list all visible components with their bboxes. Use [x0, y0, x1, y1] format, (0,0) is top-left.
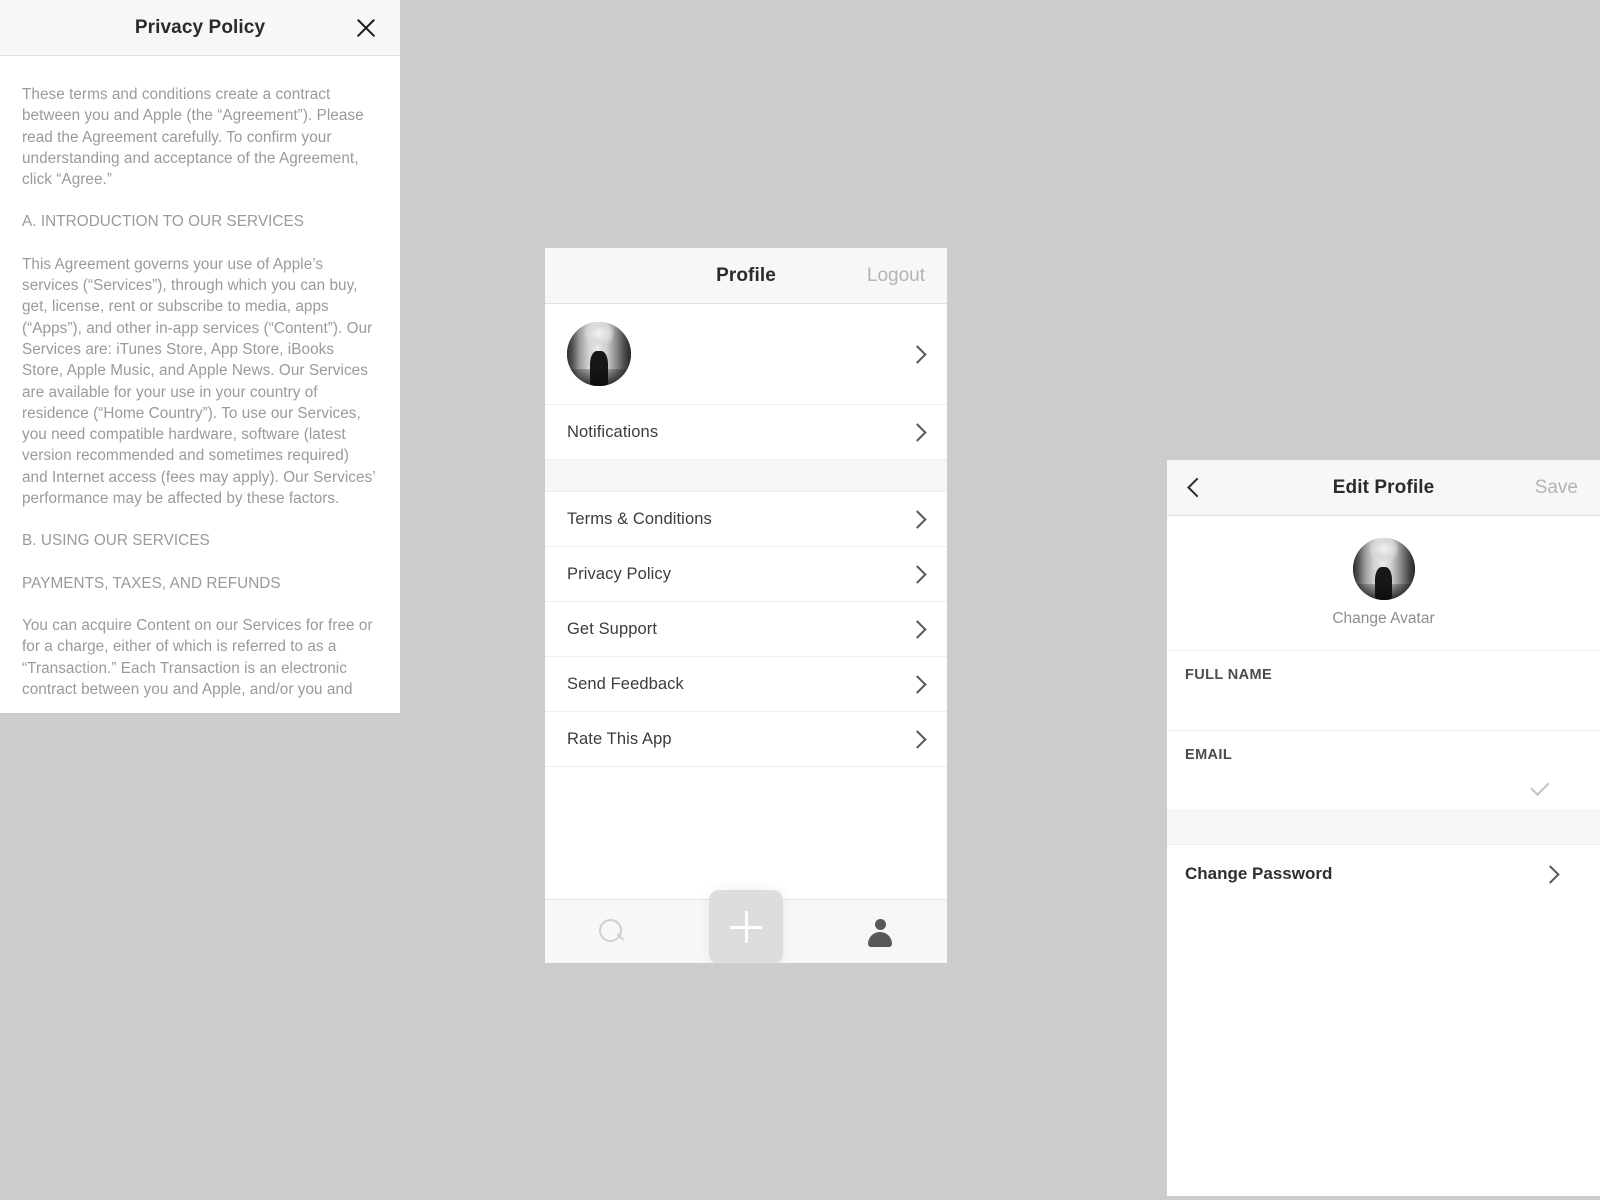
list-item-label: Get Support: [567, 619, 658, 638]
chevron-right-icon: [1544, 867, 1558, 881]
list-item-label: Notifications: [567, 422, 659, 441]
chevron-right-icon: [911, 622, 925, 636]
change-avatar-block: Change Avatar: [1167, 516, 1600, 651]
list-item-terms-conditions[interactable]: Terms & Conditions: [545, 492, 947, 547]
full-name-field[interactable]: FULL NAME: [1167, 651, 1600, 731]
avatar[interactable]: [567, 322, 631, 386]
check-icon: [1534, 778, 1558, 792]
change-password-label: Change Password: [1185, 864, 1333, 883]
email-field[interactable]: EMAIL: [1167, 731, 1600, 811]
list-item-rate-this-app[interactable]: Rate This App: [545, 712, 947, 767]
account-email: [649, 359, 911, 373]
email-value: [1185, 775, 1582, 795]
policy-heading: B. USING OUR SERVICES: [22, 532, 210, 550]
profile-navbar: Profile Logout: [545, 248, 947, 304]
close-icon[interactable]: [352, 14, 380, 42]
page-title: Profile: [716, 264, 776, 286]
page-title: Edit Profile: [1332, 476, 1435, 498]
bottom-tab-bar: [545, 890, 947, 963]
list-item-label: Privacy Policy: [567, 564, 672, 583]
chevron-left-icon: [1187, 475, 1202, 500]
list-item-notifications[interactable]: Notifications: [545, 405, 947, 460]
list-item-get-support[interactable]: Get Support: [545, 602, 947, 657]
policy-paragraph: These terms and conditions create a cont…: [22, 86, 364, 189]
tab-search[interactable]: [545, 900, 679, 963]
section-divider: [1167, 811, 1600, 845]
plus-icon: [730, 911, 762, 943]
profile-account-row[interactable]: [545, 304, 947, 405]
tab-add-button[interactable]: [709, 890, 783, 963]
chevron-right-icon: [911, 677, 925, 691]
chevron-right-icon: [911, 347, 925, 361]
avatar[interactable]: [1352, 538, 1415, 600]
list-item-send-feedback[interactable]: Send Feedback: [545, 657, 947, 712]
email-label: EMAIL: [1185, 747, 1233, 763]
policy-paragraph: You can acquire Content on our Services …: [22, 616, 373, 698]
tab-profile[interactable]: [813, 900, 947, 963]
full-name-label: FULL NAME: [1185, 667, 1273, 683]
profile-list: Notifications Terms & Conditions Privacy…: [545, 304, 947, 899]
edit-filler: [1167, 903, 1600, 1196]
list-item-label: Terms & Conditions: [567, 509, 712, 528]
privacy-navbar: Privacy Policy: [0, 0, 400, 56]
policy-heading: A. INTRODUCTION TO OUR SERVICES: [22, 213, 305, 231]
page-title: Privacy Policy: [134, 16, 266, 38]
chevron-right-icon: [911, 425, 925, 439]
section-divider: [545, 460, 947, 492]
profile-screen: Profile Logout Notifications Terms & Con…: [545, 248, 947, 963]
policy-paragraph: This Agreement governs your use of Apple…: [22, 255, 376, 508]
change-avatar-button[interactable]: Change Avatar: [1332, 610, 1434, 628]
account-text: [631, 335, 911, 373]
list-item-label: Rate This App: [567, 729, 672, 748]
person-icon: [867, 918, 893, 947]
search-icon: [599, 918, 625, 945]
change-password-row[interactable]: Change Password: [1167, 845, 1600, 903]
edit-profile-navbar: Edit Profile Save: [1167, 460, 1600, 516]
save-button[interactable]: Save: [1535, 477, 1578, 499]
policy-heading: PAYMENTS, TAXES, AND REFUNDS: [22, 574, 281, 592]
logout-button[interactable]: Logout: [867, 265, 925, 287]
edit-profile-screen: Edit Profile Save Change Avatar FULL NAM…: [1167, 460, 1600, 1196]
back-button[interactable]: [1187, 475, 1202, 500]
chevron-right-icon: [911, 512, 925, 526]
list-item-privacy-policy[interactable]: Privacy Policy: [545, 547, 947, 602]
privacy-policy-body[interactable]: These terms and conditions create a cont…: [0, 56, 400, 713]
list-item-label: Send Feedback: [567, 674, 684, 693]
chevron-right-icon: [911, 732, 925, 746]
account-name: [649, 335, 911, 351]
list-filler: [545, 767, 947, 899]
full-name-value: [1185, 695, 1582, 715]
chevron-right-icon: [911, 567, 925, 581]
privacy-policy-screen: Privacy Policy These terms and condition…: [0, 0, 400, 713]
